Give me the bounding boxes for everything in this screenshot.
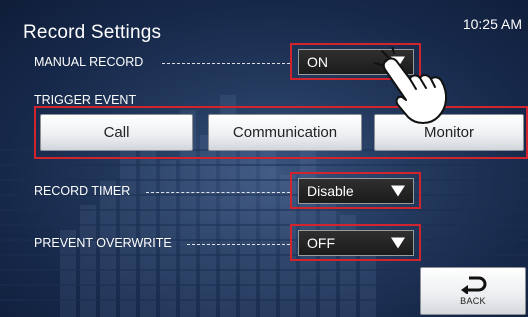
prevent-overwrite-value: OFF xyxy=(307,235,335,251)
prevent-overwrite-leader xyxy=(187,244,290,245)
record-timer-select[interactable]: Disable xyxy=(298,178,414,204)
page-title: Record Settings xyxy=(23,22,162,43)
back-arrow-icon xyxy=(461,276,487,294)
record-timer-leader xyxy=(146,192,290,193)
clock-time: 10:25 AM xyxy=(462,16,522,32)
back-button[interactable]: BACK xyxy=(420,267,526,315)
prevent-overwrite-select[interactable]: OFF xyxy=(298,230,414,256)
hand-pointer-icon xyxy=(374,47,448,124)
chevron-down-icon xyxy=(391,237,405,249)
trigger-communication-button[interactable]: Communication xyxy=(208,114,362,151)
trigger-call-button[interactable]: Call xyxy=(40,114,193,151)
manual-record-value: ON xyxy=(307,54,328,70)
trigger-event-label: TRIGGER EVENT xyxy=(34,93,137,107)
record-timer-label: RECORD TIMER xyxy=(34,184,131,198)
back-label: BACK xyxy=(460,296,486,306)
manual-record-leader xyxy=(162,63,290,64)
manual-record-label: MANUAL RECORD xyxy=(34,55,144,69)
prevent-overwrite-label: PREVENT OVERWRITE xyxy=(34,236,172,250)
record-timer-value: Disable xyxy=(307,183,354,199)
chevron-down-icon xyxy=(391,185,405,197)
